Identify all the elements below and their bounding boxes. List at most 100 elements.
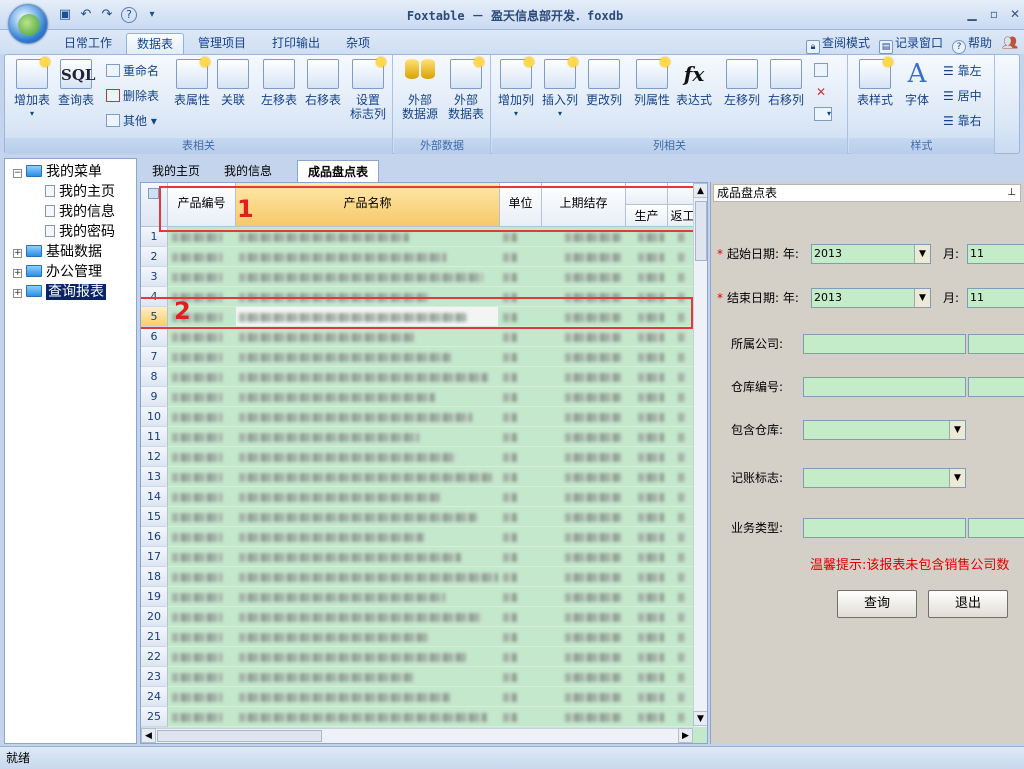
- posting-flag-select[interactable]: ▼: [803, 468, 966, 488]
- row-number[interactable]: 18: [141, 567, 168, 587]
- move-table-right-button[interactable]: 右移表: [301, 59, 345, 107]
- delete-column-icon[interactable]: ✕: [814, 85, 828, 99]
- data-grid[interactable]: 产品编号 产品名称 单位 上期结存 生产 返工 1 2 3 4 5 6 7 8 9 10 11 12 1…: [140, 182, 708, 744]
- tab-manage-project[interactable]: 管理项目: [188, 33, 256, 54]
- delete-table-button[interactable]: 删除表: [106, 86, 159, 106]
- row-number[interactable]: 23: [141, 667, 168, 687]
- business-type-field[interactable]: [803, 518, 966, 538]
- add-table-button[interactable]: 增加表 ▾: [11, 57, 53, 121]
- table-row[interactable]: [168, 487, 698, 507]
- tree-group-office[interactable]: + 办公管理: [13, 262, 102, 282]
- query-table-button[interactable]: SQL 查询表: [55, 59, 97, 107]
- tree-item-info[interactable]: 我的信息: [41, 202, 115, 222]
- scroll-right-icon[interactable]: ▶: [678, 728, 693, 743]
- column-more-icon[interactable]: ▾: [814, 107, 832, 121]
- app-orb-button[interactable]: [8, 4, 48, 44]
- table-row[interactable]: [168, 387, 698, 407]
- doc-tab-inventory[interactable]: 成品盘点表: [297, 160, 380, 182]
- table-row[interactable]: [168, 547, 698, 567]
- start-year-select[interactable]: 2013 ▼: [811, 244, 931, 264]
- tab-print-output[interactable]: 打印输出: [262, 33, 330, 54]
- external-table-button[interactable]: 外部 数据表: [444, 57, 488, 121]
- start-month-field[interactable]: 11: [967, 244, 1024, 264]
- row-number[interactable]: 16: [141, 527, 168, 547]
- tab-data-table[interactable]: 数据表: [126, 33, 185, 54]
- warehouse-field[interactable]: [803, 377, 966, 397]
- other-button[interactable]: 其他 ▾: [106, 111, 157, 131]
- doc-tab-home[interactable]: 我的主页: [142, 160, 210, 182]
- row-number[interactable]: 13: [141, 467, 168, 487]
- row-number[interactable]: 12: [141, 447, 168, 467]
- font-button[interactable]: A 字体: [899, 59, 935, 107]
- relate-button[interactable]: 关联: [215, 59, 251, 107]
- undo-icon[interactable]: ↶: [77, 6, 95, 24]
- table-row[interactable]: [168, 447, 698, 467]
- table-row[interactable]: [168, 607, 698, 627]
- move-column-left-button[interactable]: 左移列: [720, 59, 764, 107]
- row-number[interactable]: 9: [141, 387, 168, 407]
- add-column-button[interactable]: 增加列 ▾: [494, 57, 538, 121]
- align-left-button[interactable]: ☰ 靠左: [943, 61, 982, 81]
- row-number[interactable]: 7: [141, 347, 168, 367]
- tree-item-password[interactable]: 我的密码: [41, 222, 115, 242]
- tree-root-my-menu[interactable]: − 我的菜单: [13, 162, 102, 182]
- record-window-button[interactable]: ▤ 记录窗口: [879, 34, 943, 54]
- pin-icon[interactable]: ⊥: [1007, 185, 1016, 201]
- tab-misc[interactable]: 杂项: [336, 33, 380, 54]
- align-right-button[interactable]: ☰ 靠右: [943, 111, 982, 131]
- table-style-button[interactable]: 表样式: [853, 57, 897, 107]
- column-props-button[interactable]: 列属性: [630, 57, 674, 107]
- refresh-icon[interactable]: [814, 63, 828, 77]
- minimize-icon[interactable]: ▁: [962, 5, 982, 23]
- horizontal-scrollbar[interactable]: ◀ ▶: [141, 728, 693, 743]
- table-row[interactable]: [168, 667, 698, 687]
- select-all-icon[interactable]: [148, 188, 159, 199]
- view-mode-button[interactable]: 🔒︎ 查阅模式: [806, 34, 870, 54]
- warehouse-name-field[interactable]: [968, 377, 1024, 397]
- table-row[interactable]: [168, 507, 698, 527]
- horizontal-scroll-thumb[interactable]: [157, 730, 322, 742]
- row-number[interactable]: 24: [141, 687, 168, 707]
- business-type-name-field[interactable]: [968, 518, 1024, 538]
- table-row[interactable]: [168, 647, 698, 667]
- doc-tab-info[interactable]: 我的信息: [214, 160, 282, 182]
- row-number[interactable]: 19: [141, 587, 168, 607]
- row-number[interactable]: 15: [141, 507, 168, 527]
- rename-button[interactable]: 重命名: [106, 61, 159, 81]
- close-icon[interactable]: ✕: [1005, 5, 1024, 23]
- chevron-down-icon[interactable]: ▼: [949, 469, 965, 487]
- row-number[interactable]: 25: [141, 707, 168, 727]
- insert-column-button[interactable]: 插入列 ▾: [538, 57, 582, 121]
- expand-icon[interactable]: +: [13, 269, 22, 278]
- query-button[interactable]: 查询: [837, 590, 917, 618]
- row-number[interactable]: 20: [141, 607, 168, 627]
- chevron-down-icon[interactable]: ▼: [914, 245, 930, 263]
- row-number[interactable]: 3: [141, 267, 168, 287]
- table-row[interactable]: [168, 467, 698, 487]
- table-row[interactable]: [168, 427, 698, 447]
- company-name-field[interactable]: [968, 334, 1024, 354]
- expand-icon[interactable]: +: [13, 289, 22, 298]
- change-column-button[interactable]: 更改列: [582, 59, 626, 107]
- table-row[interactable]: [168, 567, 698, 587]
- maximize-icon[interactable]: ▫: [984, 5, 1004, 23]
- row-number[interactable]: 14: [141, 487, 168, 507]
- row-number[interactable]: 17: [141, 547, 168, 567]
- tab-daily-work[interactable]: 日常工作: [54, 33, 122, 54]
- move-column-right-button[interactable]: 右移列: [764, 59, 808, 107]
- expand-icon[interactable]: +: [13, 249, 22, 258]
- save-icon[interactable]: ▣: [56, 6, 74, 24]
- chevron-down-icon[interactable]: ▼: [949, 421, 965, 439]
- table-row[interactable]: [168, 347, 698, 367]
- redo-icon[interactable]: ↷: [98, 6, 116, 24]
- external-source-button[interactable]: 外部 数据源: [398, 59, 442, 121]
- table-row[interactable]: [168, 707, 698, 727]
- help-button[interactable]: ? 帮助: [952, 34, 992, 54]
- company-field[interactable]: [803, 334, 966, 354]
- table-row[interactable]: [168, 267, 698, 287]
- table-row[interactable]: [168, 407, 698, 427]
- collapse-icon[interactable]: −: [13, 169, 22, 178]
- scroll-up-icon[interactable]: ▲: [693, 183, 707, 198]
- help-circle-icon[interactable]: ?: [121, 7, 137, 23]
- row-number[interactable]: 22: [141, 647, 168, 667]
